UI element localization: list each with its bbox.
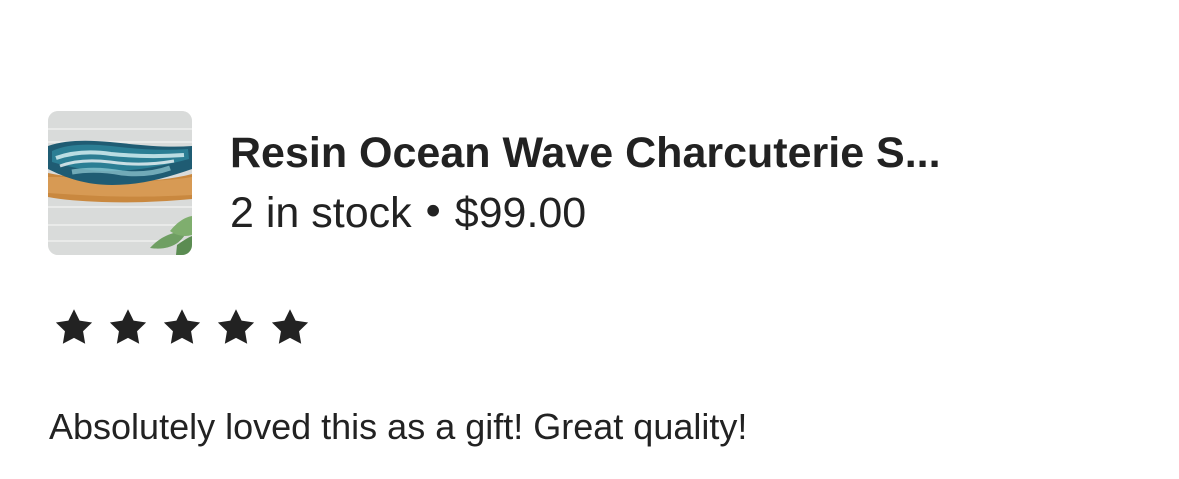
product-summary[interactable]: Resin Ocean Wave Charcuterie S... 2 in s… (48, 111, 1148, 255)
star-icon (160, 306, 204, 350)
product-thumbnail[interactable] (48, 111, 192, 255)
product-meta: 2 in stock • $99.00 (230, 187, 941, 239)
product-title[interactable]: Resin Ocean Wave Charcuterie S... (230, 127, 941, 179)
product-info: Resin Ocean Wave Charcuterie S... 2 in s… (230, 127, 941, 239)
review-text: Absolutely loved this as a gift! Great q… (49, 406, 748, 447)
meta-separator: • (425, 187, 441, 235)
star-icon (268, 306, 312, 350)
product-price: $99.00 (454, 189, 587, 237)
stock-status: 2 in stock (230, 189, 412, 237)
star-icon (106, 306, 150, 350)
star-icon (214, 306, 258, 350)
review-rating (52, 306, 312, 350)
star-icon (52, 306, 96, 350)
product-thumbnail-image (48, 111, 192, 255)
